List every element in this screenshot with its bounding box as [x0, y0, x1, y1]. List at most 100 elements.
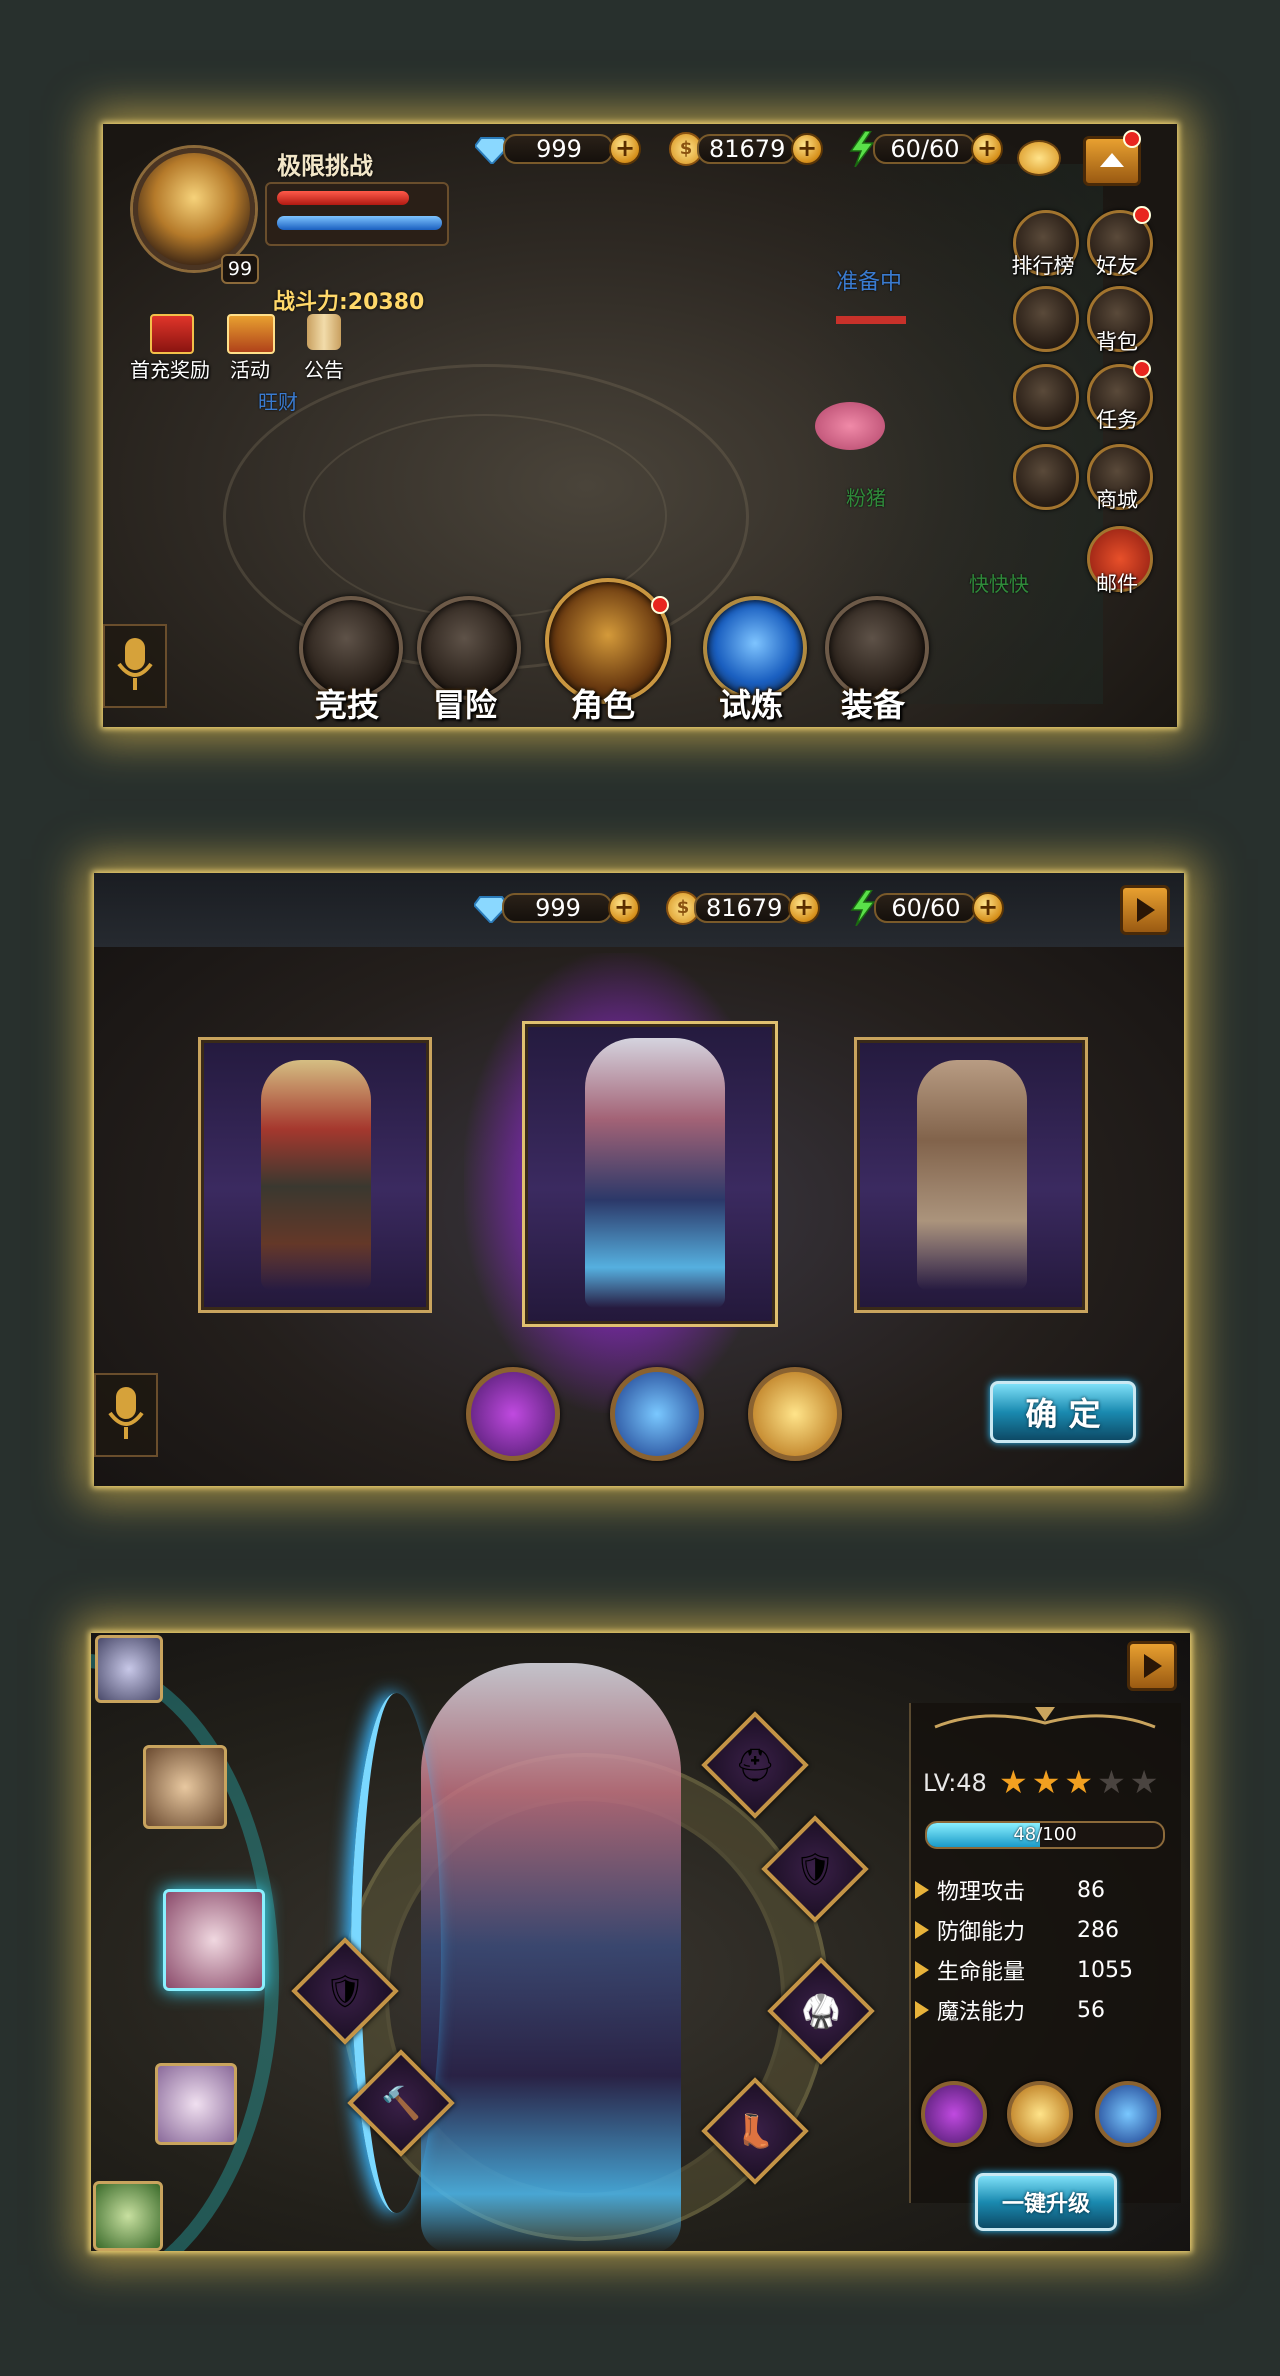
- first-charge-reward-label: 首充奖励: [130, 358, 210, 382]
- boots-icon: 👢: [735, 2112, 775, 2150]
- ornament-icon: [934, 1707, 1156, 1729]
- nav-adventure-label: 冒险: [432, 686, 497, 724]
- arrow-icon: [915, 1881, 929, 1899]
- shoulder-armor-icon: 🛡: [794, 1850, 836, 1888]
- stamina-counter: 60/60 +: [845, 131, 1003, 167]
- hammer-icon: 🔨: [381, 2084, 421, 2122]
- ice-fist-skill-icon[interactable]: [610, 1367, 704, 1461]
- character-card-ice-archer[interactable]: [522, 1021, 778, 1327]
- stat-value: 56: [1077, 1997, 1105, 2023]
- enemy-health-bar: [836, 316, 906, 324]
- golden-burst-skill-icon[interactable]: [1007, 2081, 1073, 2147]
- pink-pig-sprite[interactable]: [815, 402, 885, 450]
- scene-text-preparing: 准备中: [836, 270, 903, 295]
- next-button[interactable]: [1120, 885, 1170, 935]
- star-icon: ★: [1031, 1763, 1065, 1801]
- stat-value: 1055: [1077, 1957, 1133, 1983]
- arrow-icon: [915, 1961, 929, 1979]
- friends-notification-dot: [1133, 206, 1151, 224]
- character-detail-screen: ⛑ 🛡 🛡 🥋 🔨 👢 LV:48 ★★★★★ 48/100 物理攻击 86 防…: [91, 1633, 1190, 2251]
- gift-box-icon: [150, 314, 194, 354]
- announcement-label: 公告: [304, 358, 344, 382]
- add-stamina-button[interactable]: +: [972, 892, 1004, 924]
- first-charge-reward-button[interactable]: 首充奖励: [125, 310, 215, 382]
- ice-fist-skill-icon[interactable]: [1095, 2081, 1161, 2147]
- main-lobby-screen: 准备中 旺财 粉猪 快快快 极限挑战 99 战斗力:20380 首充奖励 活动 …: [103, 124, 1177, 727]
- diamond-counter: 999 +: [475, 133, 641, 165]
- backpack-label: 背包: [1096, 330, 1138, 354]
- diamond-counter: 999 +: [474, 892, 640, 924]
- character-select-screen: 999 + $ 81679 + 60/60 + 确 定: [94, 873, 1184, 1486]
- hero-portrait-1[interactable]: [95, 1635, 163, 1703]
- character-notification-dot: [651, 596, 669, 614]
- events-button[interactable]: 活动: [215, 310, 285, 382]
- add-gold-button[interactable]: +: [788, 892, 820, 924]
- scene-text-pig-name: 粉猪: [846, 486, 886, 510]
- voice-chat-button[interactable]: [94, 1373, 158, 1457]
- hero-portrait-selected[interactable]: [163, 1889, 265, 1991]
- microphone-icon: [117, 638, 153, 690]
- stats-panel: LV:48 ★★★★★ 48/100 物理攻击 86 防御能力 286 生命能量…: [909, 1703, 1181, 2203]
- leaderboard-label: 排行榜: [1011, 254, 1075, 278]
- diamond-amount: 999: [535, 894, 581, 922]
- level-badge: 99: [221, 254, 259, 284]
- hero-portrait-2[interactable]: [143, 1745, 227, 1829]
- gold-counter: $ 81679 +: [666, 891, 820, 925]
- add-stamina-button[interactable]: +: [971, 133, 1003, 165]
- level-text: 99: [227, 258, 253, 280]
- scroll-icon: [307, 314, 341, 350]
- voice-chat-button[interactable]: [103, 624, 167, 708]
- character-card-brown-dress[interactable]: [854, 1037, 1088, 1313]
- announcement-button[interactable]: 公告: [289, 310, 359, 382]
- avatar[interactable]: [133, 148, 255, 270]
- events-label: 活动: [230, 358, 270, 382]
- exp-text: 48/100: [1013, 1824, 1077, 1845]
- diamond-amount: 999: [536, 135, 582, 163]
- scene-text-pet-name: 旺财: [258, 390, 298, 414]
- add-diamond-button[interactable]: +: [608, 892, 640, 924]
- confirm-button[interactable]: 确 定: [990, 1381, 1136, 1443]
- stat-name: 生命能量: [937, 1960, 1026, 1985]
- locked-slot-icon: [1013, 364, 1079, 430]
- arrow-icon: [915, 2001, 929, 2019]
- shadow-skill-icon[interactable]: [466, 1367, 560, 1461]
- stat-name: 魔法能力: [937, 2000, 1026, 2025]
- star-rating: ★★★★★: [999, 1763, 1162, 1801]
- tasks-label: 任务: [1096, 408, 1138, 432]
- one-click-upgrade-button[interactable]: 一键升级: [975, 2173, 1117, 2231]
- tasks-notification-dot: [1133, 360, 1151, 378]
- brown-dress-girl-portrait: [917, 1060, 1027, 1290]
- archer-girl-portrait: [261, 1060, 371, 1290]
- play-arrow-icon: [1144, 1654, 1162, 1678]
- star-icon: ★: [1064, 1763, 1098, 1801]
- golden-burst-skill-icon[interactable]: [748, 1367, 842, 1461]
- gifts-icon: [227, 314, 275, 354]
- title-banner: 极限挑战: [277, 146, 397, 180]
- shadow-skill-icon[interactable]: [921, 2081, 987, 2147]
- play-arrow-icon: [1137, 898, 1155, 922]
- character-card-archer-red[interactable]: [198, 1037, 432, 1313]
- scene-text-hurry: 快快快: [969, 572, 1029, 596]
- mp-bar: [277, 216, 442, 230]
- star-icon: ★: [1129, 1763, 1163, 1801]
- arrow-icon: [915, 1921, 929, 1939]
- next-button[interactable]: [1127, 1641, 1177, 1691]
- notification-dot: [1123, 130, 1141, 148]
- stat-value: 286: [1077, 1917, 1119, 1943]
- add-gold-button[interactable]: +: [791, 133, 823, 165]
- player-info-frame: 极限挑战 99 战斗力:20380: [125, 144, 465, 315]
- chat-icon[interactable]: [1017, 140, 1061, 176]
- friends-label: 好友: [1096, 254, 1138, 278]
- nav-trial-label: 试炼: [718, 686, 783, 724]
- add-diamond-button[interactable]: +: [609, 133, 641, 165]
- stat-row-life-energy: 生命能量 1055: [911, 1953, 1151, 1987]
- hero-portrait-4[interactable]: [155, 2063, 237, 2145]
- star-icon: ★: [999, 1763, 1032, 1801]
- level-label: LV:48: [923, 1769, 987, 1797]
- stat-row-magic: 魔法能力 56: [911, 1993, 1151, 2027]
- hero-portrait-5[interactable]: [93, 2181, 163, 2251]
- nav-character-label: 角色: [570, 686, 635, 724]
- hero-full-art: [421, 1663, 681, 2251]
- chest-armor-icon: 🥋: [801, 1992, 841, 2030]
- shield-icon: 🛡: [324, 1972, 366, 2010]
